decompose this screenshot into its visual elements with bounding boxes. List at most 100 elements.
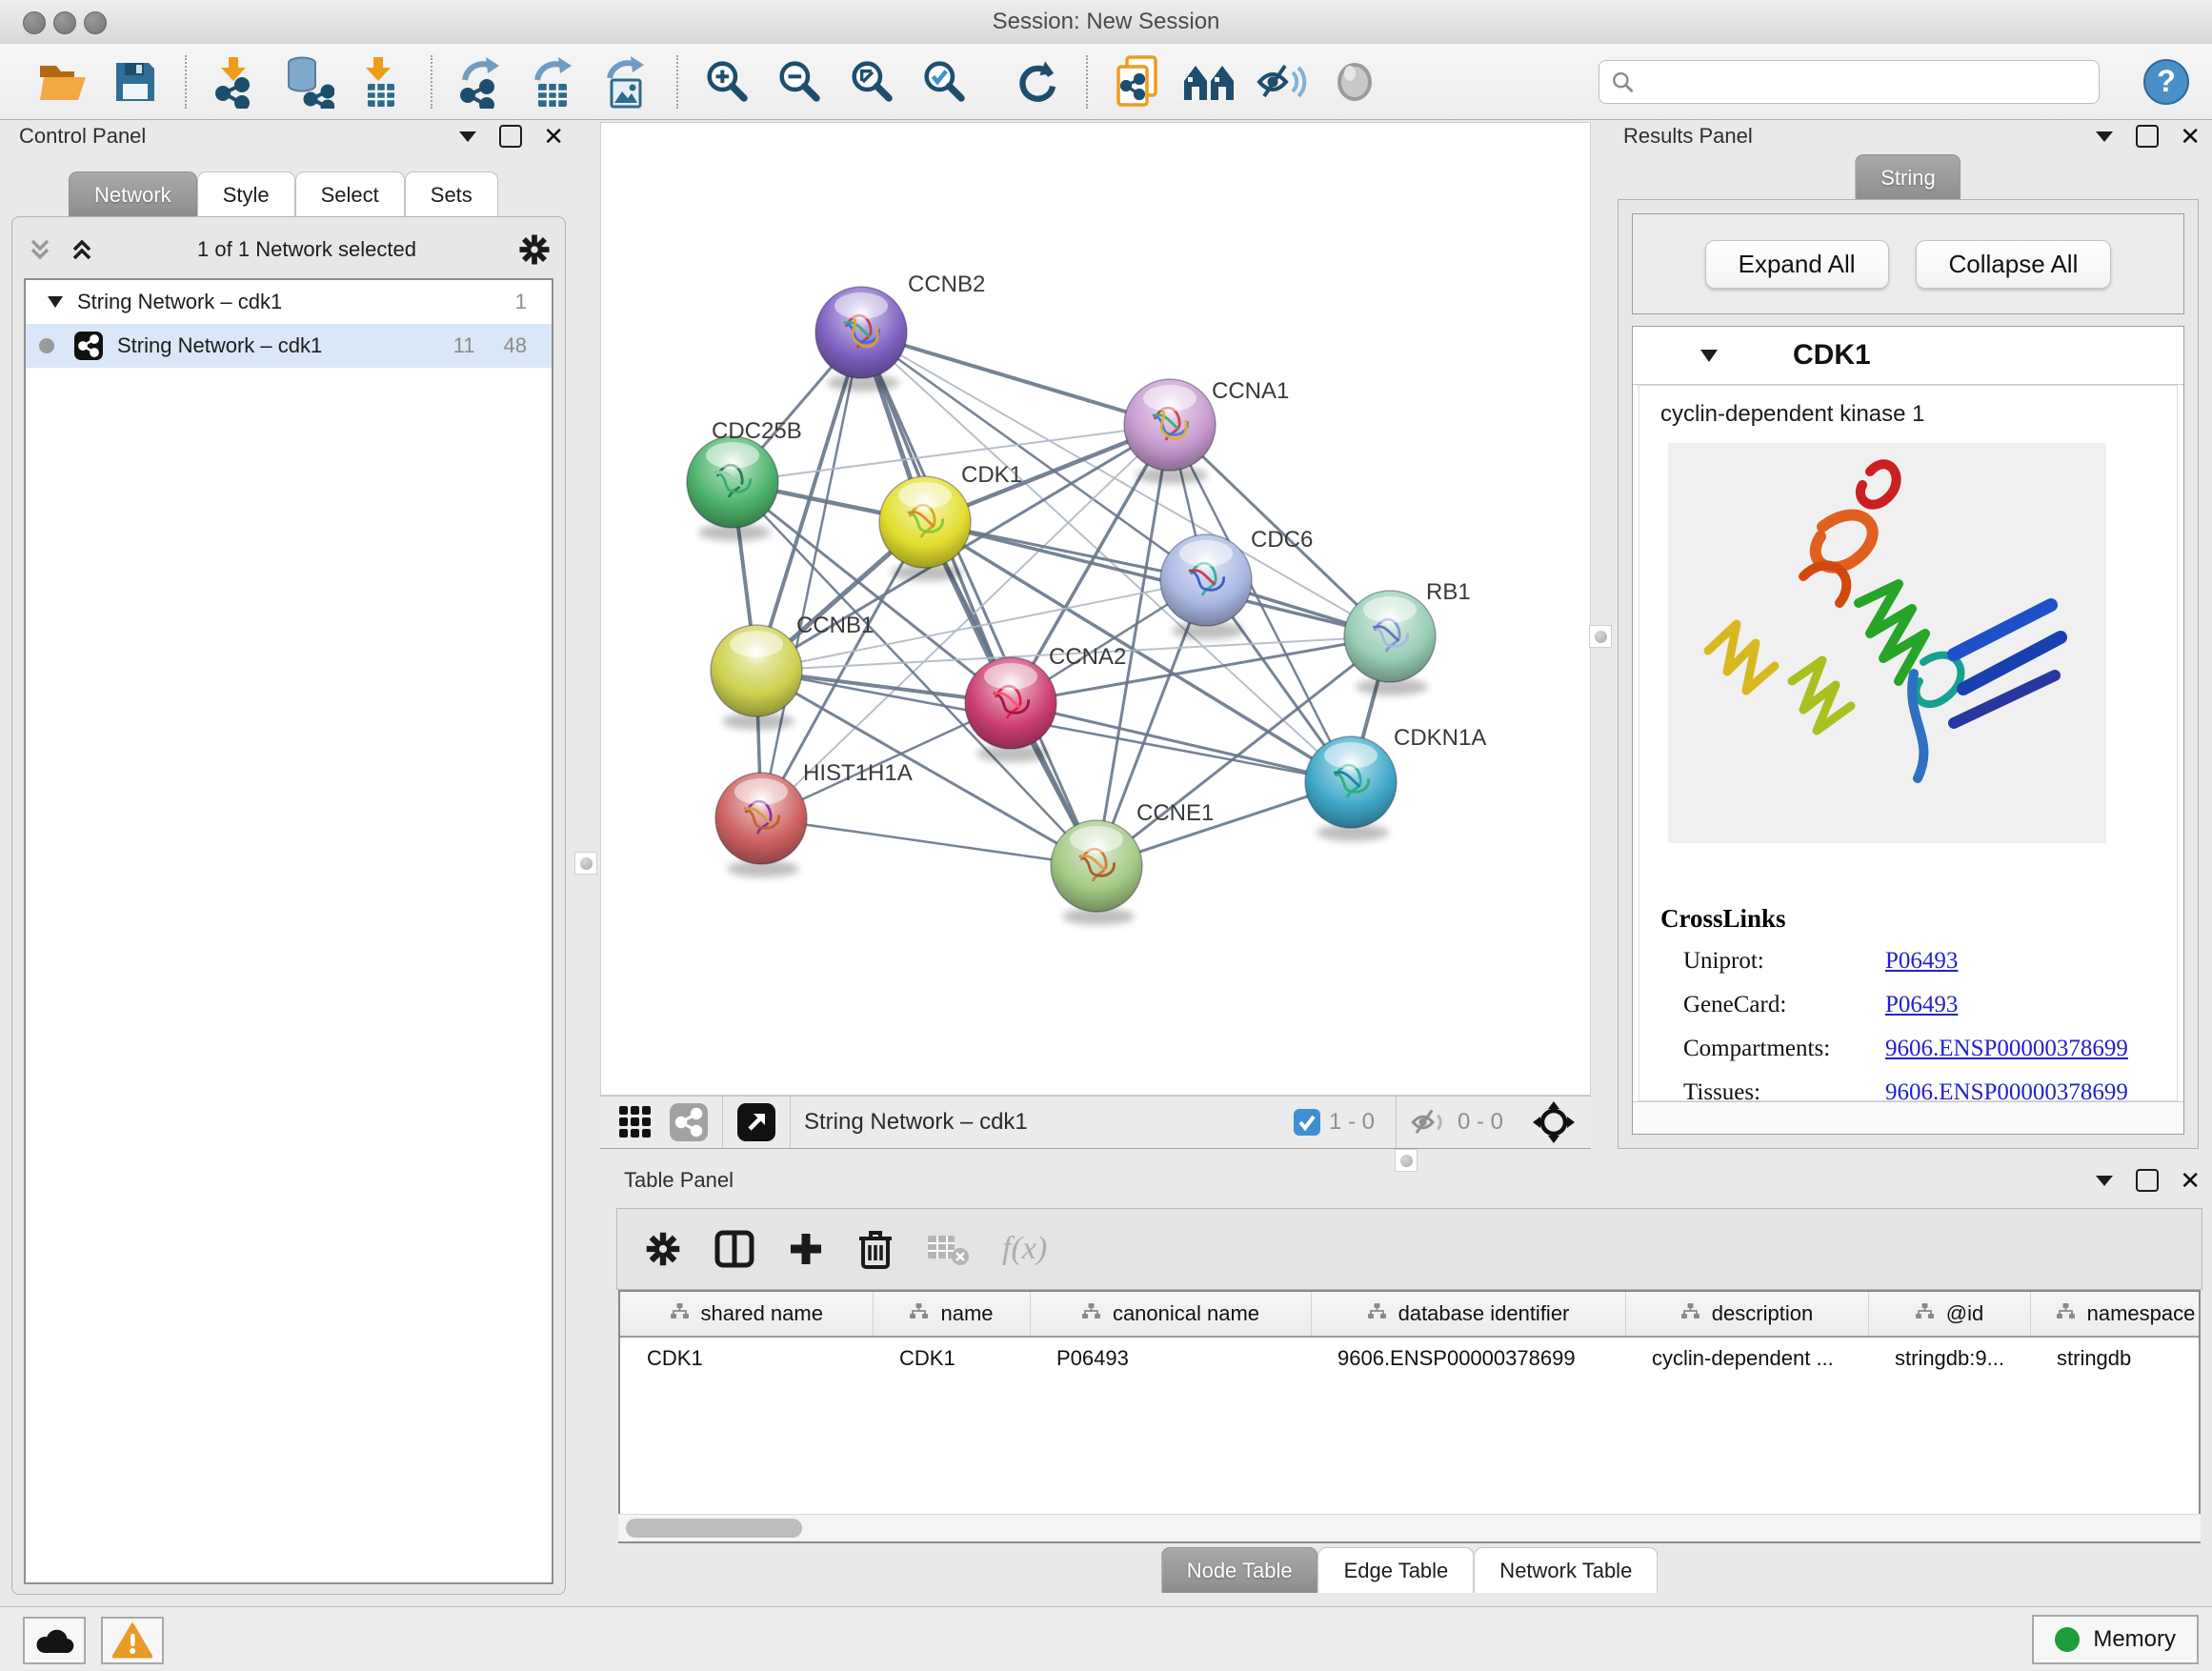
card-scrollbar-track[interactable] bbox=[1633, 1101, 2183, 1134]
table-cell[interactable]: CDK1 bbox=[873, 1337, 1030, 1379]
network-options-gear-icon[interactable] bbox=[517, 232, 552, 267]
close-panel-icon[interactable]: ✕ bbox=[2180, 127, 2201, 146]
network-node-CDK1[interactable] bbox=[879, 476, 971, 581]
table-cell[interactable]: 9606.ENSP00000378699 bbox=[1311, 1337, 1625, 1379]
network-collection-row[interactable]: String Network – cdk1 1 bbox=[26, 280, 552, 324]
network-edge[interactable] bbox=[861, 332, 1170, 425]
column-header[interactable]: description bbox=[1625, 1292, 1868, 1337]
crosslink-link[interactable]: P06493 bbox=[1885, 948, 1958, 975]
table-cell[interactable]: cyclin-dependent ... bbox=[1625, 1337, 1868, 1379]
zoom-in-icon[interactable] bbox=[697, 51, 758, 112]
network-edge[interactable] bbox=[761, 818, 1096, 866]
collapse-triangle-icon[interactable] bbox=[1699, 349, 1719, 363]
search-input[interactable] bbox=[1635, 69, 2087, 95]
export-image-icon[interactable] bbox=[596, 51, 657, 112]
network-node-CCNA1[interactable] bbox=[1124, 379, 1216, 484]
enhance-labels-eye-icon[interactable] bbox=[1252, 51, 1313, 112]
column-header[interactable]: canonical name bbox=[1030, 1292, 1311, 1337]
glass-effect-disabled-icon[interactable] bbox=[1324, 51, 1385, 112]
network-node-CCNB1[interactable] bbox=[711, 625, 802, 730]
tab-node-table[interactable]: Node Table bbox=[1161, 1547, 1318, 1593]
float-panel-icon[interactable] bbox=[2136, 125, 2159, 148]
selected-checkbox-icon[interactable] bbox=[1293, 1108, 1321, 1137]
network-canvas[interactable]: CCNB2CCNA1CDC25BCDK1CDC6RB1CCNB1CCNA2CDK… bbox=[600, 122, 1591, 1096]
crosslink-link[interactable]: 9606.ENSP00000378699 bbox=[1885, 1079, 2128, 1101]
open-session-icon[interactable] bbox=[32, 51, 93, 112]
export-network-icon[interactable] bbox=[452, 51, 513, 112]
panel-menu-icon[interactable] bbox=[2094, 1174, 2115, 1187]
float-panel-icon[interactable] bbox=[499, 125, 522, 148]
memory-button[interactable]: Memory bbox=[2032, 1615, 2199, 1664]
zoom-selected-icon[interactable] bbox=[915, 51, 975, 112]
table-cell[interactable]: P06493 bbox=[1030, 1337, 1311, 1379]
table-horizontal-scrollbar[interactable] bbox=[618, 1514, 2201, 1541]
crosslink-link[interactable]: 9606.ENSP00000378699 bbox=[1885, 1036, 2128, 1062]
network-edge[interactable] bbox=[1011, 703, 1351, 782]
tab-network[interactable]: Network bbox=[69, 171, 197, 217]
close-panel-icon[interactable]: ✕ bbox=[2180, 1171, 2201, 1190]
float-panel-icon[interactable] bbox=[2136, 1169, 2159, 1192]
warnings-button[interactable] bbox=[101, 1617, 164, 1664]
column-header[interactable]: @id bbox=[1868, 1292, 2030, 1337]
tab-edge-table[interactable]: Edge Table bbox=[1318, 1547, 1475, 1593]
tab-string[interactable]: String bbox=[1855, 154, 1961, 200]
import-network-database-icon[interactable] bbox=[278, 51, 339, 112]
tab-network-table[interactable]: Network Table bbox=[1474, 1547, 1658, 1593]
network-node-RB1[interactable] bbox=[1344, 591, 1436, 695]
right-splitter-handle[interactable] bbox=[1589, 625, 1612, 648]
help-icon[interactable]: ? bbox=[2136, 51, 2197, 112]
left-splitter-handle[interactable] bbox=[574, 852, 597, 875]
cloud-status-button[interactable] bbox=[23, 1617, 86, 1664]
show-columns-icon[interactable] bbox=[714, 1230, 754, 1268]
collapse-triangle-icon[interactable] bbox=[47, 295, 64, 309]
network-node-CCNB2[interactable] bbox=[815, 287, 907, 392]
network-edge[interactable] bbox=[761, 332, 861, 818]
panel-menu-icon[interactable] bbox=[2094, 130, 2115, 143]
apply-layout-icon[interactable] bbox=[1006, 51, 1067, 112]
node-label-CCNA2: CCNA2 bbox=[1049, 644, 1126, 670]
fit-selected-icon[interactable] bbox=[1532, 1100, 1576, 1144]
import-network-file-icon[interactable] bbox=[206, 51, 267, 112]
collapse-all-button[interactable]: Collapse All bbox=[1916, 240, 2112, 289]
network-node-CDKN1A[interactable] bbox=[1305, 736, 1397, 841]
birds-eye-view-icon[interactable] bbox=[617, 1104, 654, 1140]
table-cell[interactable]: CDK1 bbox=[620, 1337, 873, 1379]
tab-select[interactable]: Select bbox=[295, 171, 405, 217]
import-table-icon[interactable] bbox=[351, 51, 412, 112]
network-edge[interactable] bbox=[861, 332, 1096, 866]
node-details-header[interactable]: CDK1 bbox=[1633, 327, 2183, 385]
close-panel-icon[interactable]: ✕ bbox=[543, 127, 564, 146]
network-node-CDC25B[interactable] bbox=[687, 436, 778, 541]
delete-column-trash-icon[interactable] bbox=[857, 1229, 894, 1269]
network-node-HIST1H1A[interactable] bbox=[715, 773, 807, 877]
table-row[interactable]: CDK1CDK1P064939606.ENSP00000378699cyclin… bbox=[620, 1337, 2201, 1379]
network-node-CCNE1[interactable] bbox=[1051, 820, 1142, 925]
share-network-icon[interactable] bbox=[669, 1102, 709, 1142]
bottom-splitter-handle[interactable] bbox=[1395, 1149, 1418, 1172]
network-row-selected[interactable]: String Network – cdk1 11 48 bbox=[26, 324, 552, 368]
column-header[interactable]: shared name bbox=[620, 1292, 873, 1337]
export-table-icon[interactable] bbox=[524, 51, 585, 112]
panel-menu-icon[interactable] bbox=[457, 130, 478, 143]
open-in-new-window-icon[interactable] bbox=[736, 1102, 776, 1142]
create-column-icon[interactable] bbox=[787, 1230, 825, 1268]
table-cell[interactable]: stringdb:9... bbox=[1868, 1337, 2030, 1379]
zoom-fit-icon[interactable] bbox=[842, 51, 903, 112]
expand-all-chevron-icon[interactable] bbox=[68, 235, 96, 264]
column-header[interactable]: namespace bbox=[2030, 1292, 2201, 1337]
crosslink-link[interactable]: P06493 bbox=[1885, 992, 1958, 1018]
save-session-icon[interactable] bbox=[105, 51, 166, 112]
network-edge[interactable] bbox=[925, 522, 1390, 636]
column-settings-gear-icon[interactable] bbox=[644, 1230, 682, 1268]
column-header[interactable]: name bbox=[873, 1292, 1030, 1337]
tab-sets[interactable]: Sets bbox=[405, 171, 498, 217]
string-home-icon[interactable] bbox=[1179, 51, 1240, 112]
import-string-network-icon[interactable] bbox=[1107, 51, 1168, 112]
scrollbar-thumb[interactable] bbox=[626, 1519, 802, 1538]
column-header[interactable]: database identifier bbox=[1311, 1292, 1625, 1337]
collapse-all-chevron-icon[interactable] bbox=[26, 235, 54, 264]
expand-all-button[interactable]: Expand All bbox=[1705, 240, 1889, 289]
table-cell[interactable]: stringdb bbox=[2030, 1337, 2201, 1379]
tab-style[interactable]: Style bbox=[197, 171, 295, 217]
zoom-out-icon[interactable] bbox=[770, 51, 831, 112]
